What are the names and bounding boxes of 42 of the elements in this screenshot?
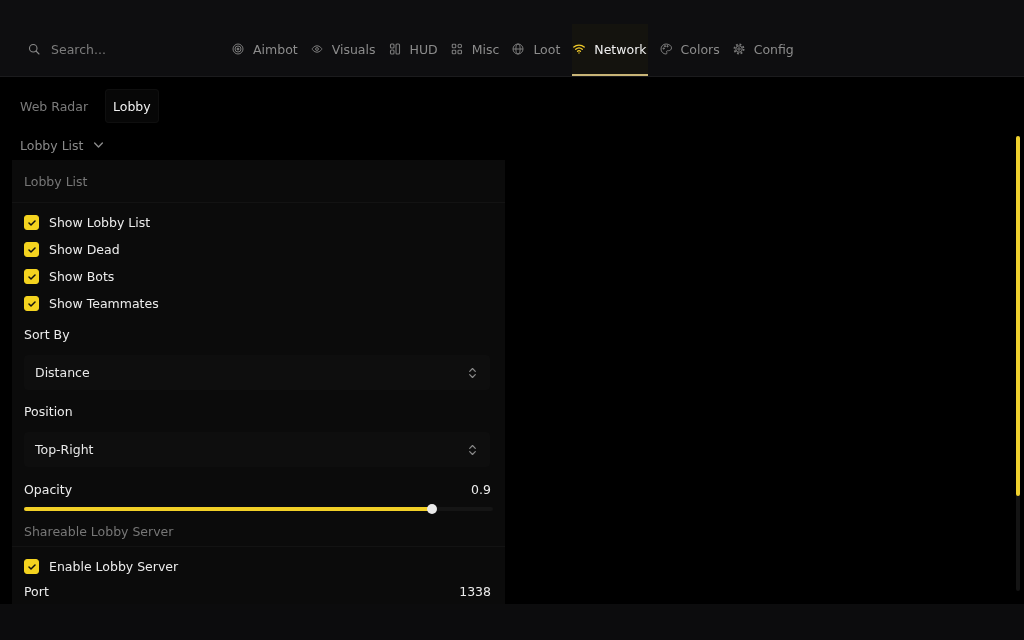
checkbox[interactable] — [24, 559, 39, 574]
checkbox[interactable] — [24, 215, 39, 230]
checkbox-label: Show Bots — [49, 269, 115, 284]
palette-icon — [659, 43, 672, 55]
section-title: Shareable Lobby Server — [24, 523, 174, 539]
checkbox-label: Show Teammates — [49, 296, 159, 311]
checkbox[interactable] — [24, 269, 39, 284]
field-label: Position — [24, 403, 73, 419]
target-icon — [232, 43, 244, 55]
up-down-chevron-icon — [469, 367, 476, 378]
slider-label: Opacity — [24, 481, 73, 497]
checkbox-label: Enable Lobby Server — [49, 559, 179, 574]
grid-icon — [388, 43, 401, 55]
field-label: Sort By — [24, 326, 70, 342]
check-icon — [27, 300, 36, 307]
sub-tab[interactable]: Lobby — [105, 89, 159, 123]
slider-value: 0.9 — [471, 481, 491, 497]
field-label: Port — [24, 583, 49, 599]
checkbox-label: Show Dead — [49, 242, 120, 257]
section-title: Lobby List — [24, 173, 88, 189]
check-icon — [27, 246, 36, 253]
check-icon — [27, 219, 36, 226]
check-icon — [27, 563, 36, 570]
wifi-icon — [573, 43, 586, 55]
check-icon — [27, 273, 36, 280]
scrollbar-thumb[interactable] — [1016, 136, 1020, 496]
up-down-chevron-icon — [469, 444, 476, 455]
nav-tab[interactable]: Network — [572, 24, 648, 76]
eye-icon — [310, 43, 323, 55]
scrollbar[interactable] — [1016, 136, 1020, 591]
search-field[interactable]: Search... — [51, 38, 203, 60]
gear-icon — [732, 43, 745, 55]
sub-tab[interactable]: Web Radar — [12, 89, 97, 123]
apps-icon — [450, 43, 463, 55]
field-value: 1338 — [459, 583, 491, 599]
checkbox[interactable] — [24, 296, 39, 311]
section-toggle[interactable]: Lobby List — [12, 130, 112, 160]
search-icon — [28, 43, 40, 55]
globe-icon — [512, 43, 525, 55]
slider-thumb[interactable] — [427, 504, 437, 514]
checkbox-label: Show Lobby List — [49, 215, 151, 230]
checkbox[interactable] — [24, 242, 39, 257]
